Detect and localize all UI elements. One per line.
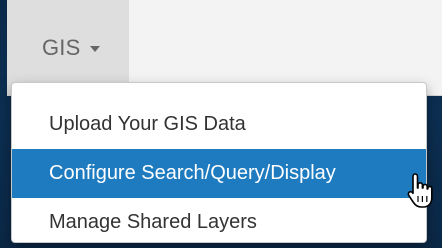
gis-menu-toggle[interactable]: GIS <box>7 0 129 95</box>
menu-item-upload-gis-data[interactable]: Upload Your GIS Data <box>12 102 426 147</box>
gis-menu-label: GIS <box>42 34 81 60</box>
menu-item-manage-shared-layers[interactable]: Manage Shared Layers <box>12 200 426 245</box>
menu-item-configure-search[interactable]: Configure Search/Query/Display <box>12 149 426 198</box>
caret-down-icon <box>89 45 100 52</box>
gis-dropdown-menu: Upload Your GIS Data Configure Search/Qu… <box>11 82 427 243</box>
menu-item-label: Upload Your GIS Data <box>49 113 246 135</box>
menu-item-label: Manage Shared Layers <box>49 211 257 233</box>
menu-item-label: Configure Search/Query/Display <box>49 162 336 184</box>
